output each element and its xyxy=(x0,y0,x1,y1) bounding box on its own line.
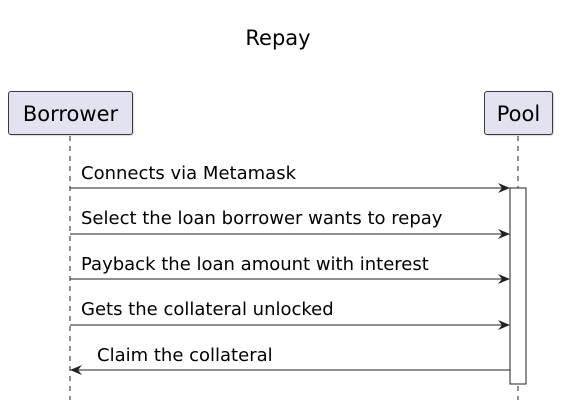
sequence-diagram xyxy=(69,136,527,400)
participant-pool: Pool xyxy=(484,91,553,135)
participant-borrower: Borrower xyxy=(8,91,133,135)
message-label: Payback the loan amount with interest xyxy=(81,254,429,275)
message-label: Gets the collateral unlocked xyxy=(81,299,334,320)
activation-bar-pool xyxy=(509,187,527,385)
message-label: Claim the collateral xyxy=(97,345,273,366)
message-label: Connects via Metamask xyxy=(81,163,296,184)
message-label: Select the loan borrower wants to repay xyxy=(81,208,443,229)
